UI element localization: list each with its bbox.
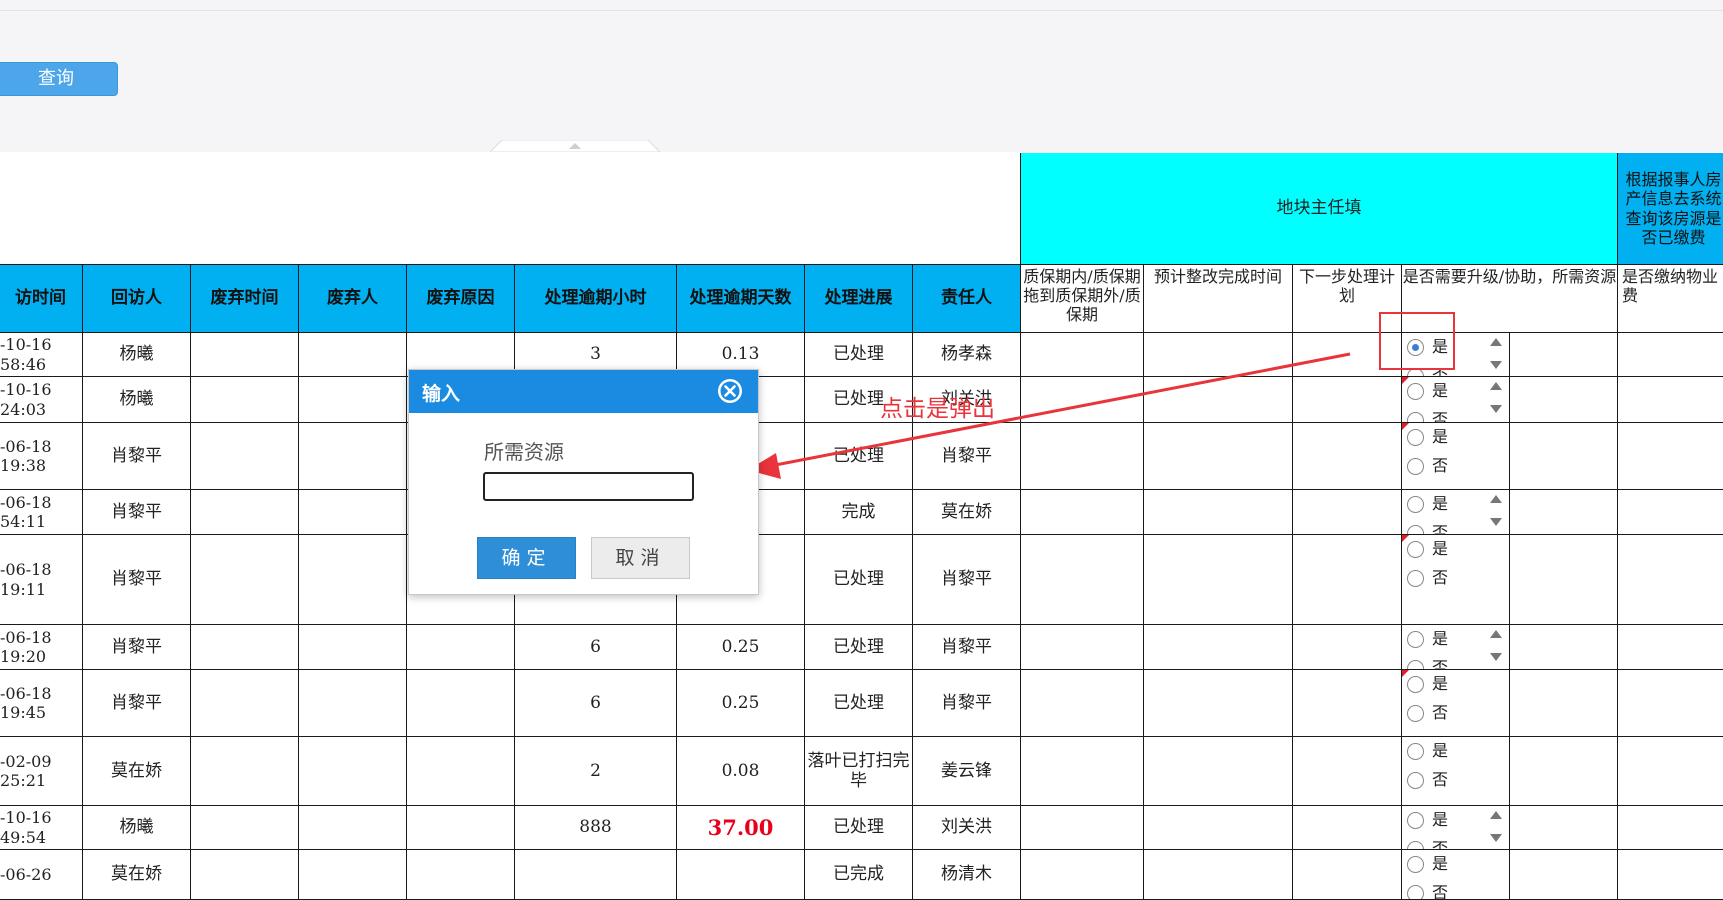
cancel-button[interactable]: 取消 [591, 537, 690, 579]
annotation-arrow [748, 352, 1351, 479]
confirm-button[interactable]: 确定 [477, 537, 576, 579]
resource-label: 所需资源 [484, 440, 564, 464]
resource-input[interactable] [483, 472, 694, 501]
input-dialog: 输入 所需资源 确定 取消 [408, 369, 759, 595]
annotation-text: 点击是弹出 [880, 396, 995, 422]
radio-no[interactable] [1407, 885, 1424, 899]
close-icon[interactable] [717, 378, 743, 404]
dialog-title: 输入 [422, 383, 461, 405]
radio-no-label: 否 [1432, 883, 1449, 900]
dialog-titlebar: 输入 [409, 370, 758, 413]
